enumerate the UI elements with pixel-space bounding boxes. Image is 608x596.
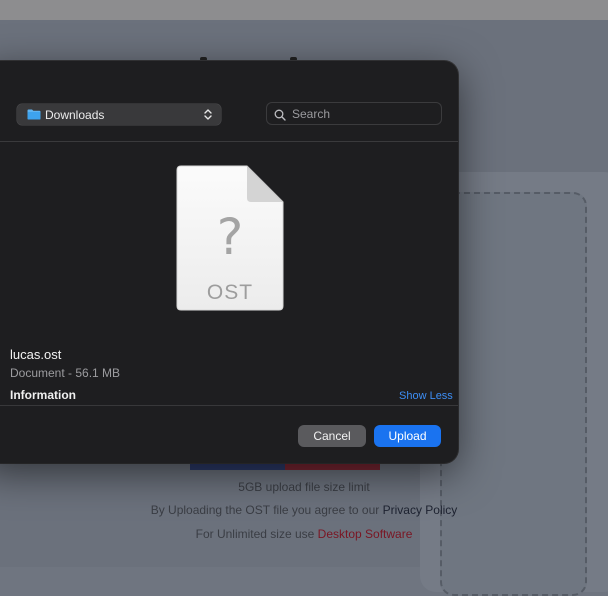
desktop-software-link[interactable]: Desktop Software	[318, 527, 413, 541]
footer-divider	[0, 405, 458, 406]
search-field[interactable]	[267, 103, 441, 124]
location-label: Downloads	[45, 107, 105, 122]
cancel-button[interactable]: Cancel	[298, 425, 366, 447]
upload-button[interactable]: Upload	[374, 425, 441, 447]
folder-icon	[27, 109, 41, 120]
agreement-prefix: By Uploading the OST file you agree to o…	[150, 503, 383, 517]
selected-file-name: lucas.ost	[10, 347, 62, 362]
search-input[interactable]	[290, 105, 434, 122]
privacy-policy-link[interactable]: Privacy Policy	[383, 503, 458, 517]
unlimited-prefix: For Unlimited size use	[195, 527, 318, 541]
unlimited-text: For Unlimited size use Desktop Software	[0, 527, 608, 541]
search-icon	[274, 108, 286, 121]
browser-top-bar	[0, 0, 608, 20]
dialog-toolbar: Downloads	[0, 61, 458, 141]
upload-button-strip[interactable]	[190, 462, 380, 470]
file-extension-label: OST	[207, 281, 253, 304]
size-limit-text: 5GB upload file size limit	[238, 480, 370, 494]
information-heading: Information	[10, 388, 76, 402]
document-icon: ? OST	[175, 164, 285, 312]
toolbar-divider	[0, 141, 458, 142]
show-less-link[interactable]: Show Less	[399, 390, 453, 402]
location-popup-button[interactable]: Downloads	[17, 104, 221, 125]
selected-file-meta: Document - 56.1 MB	[10, 366, 121, 380]
chevron-up-down-icon	[203, 107, 213, 122]
file-picker-dialog: Downloads Search ? OST lucas.ost Documen…	[0, 61, 458, 463]
agreement-text: By Uploading the OST file you agree to o…	[0, 503, 608, 517]
question-mark-glyph: ?	[217, 208, 244, 266]
